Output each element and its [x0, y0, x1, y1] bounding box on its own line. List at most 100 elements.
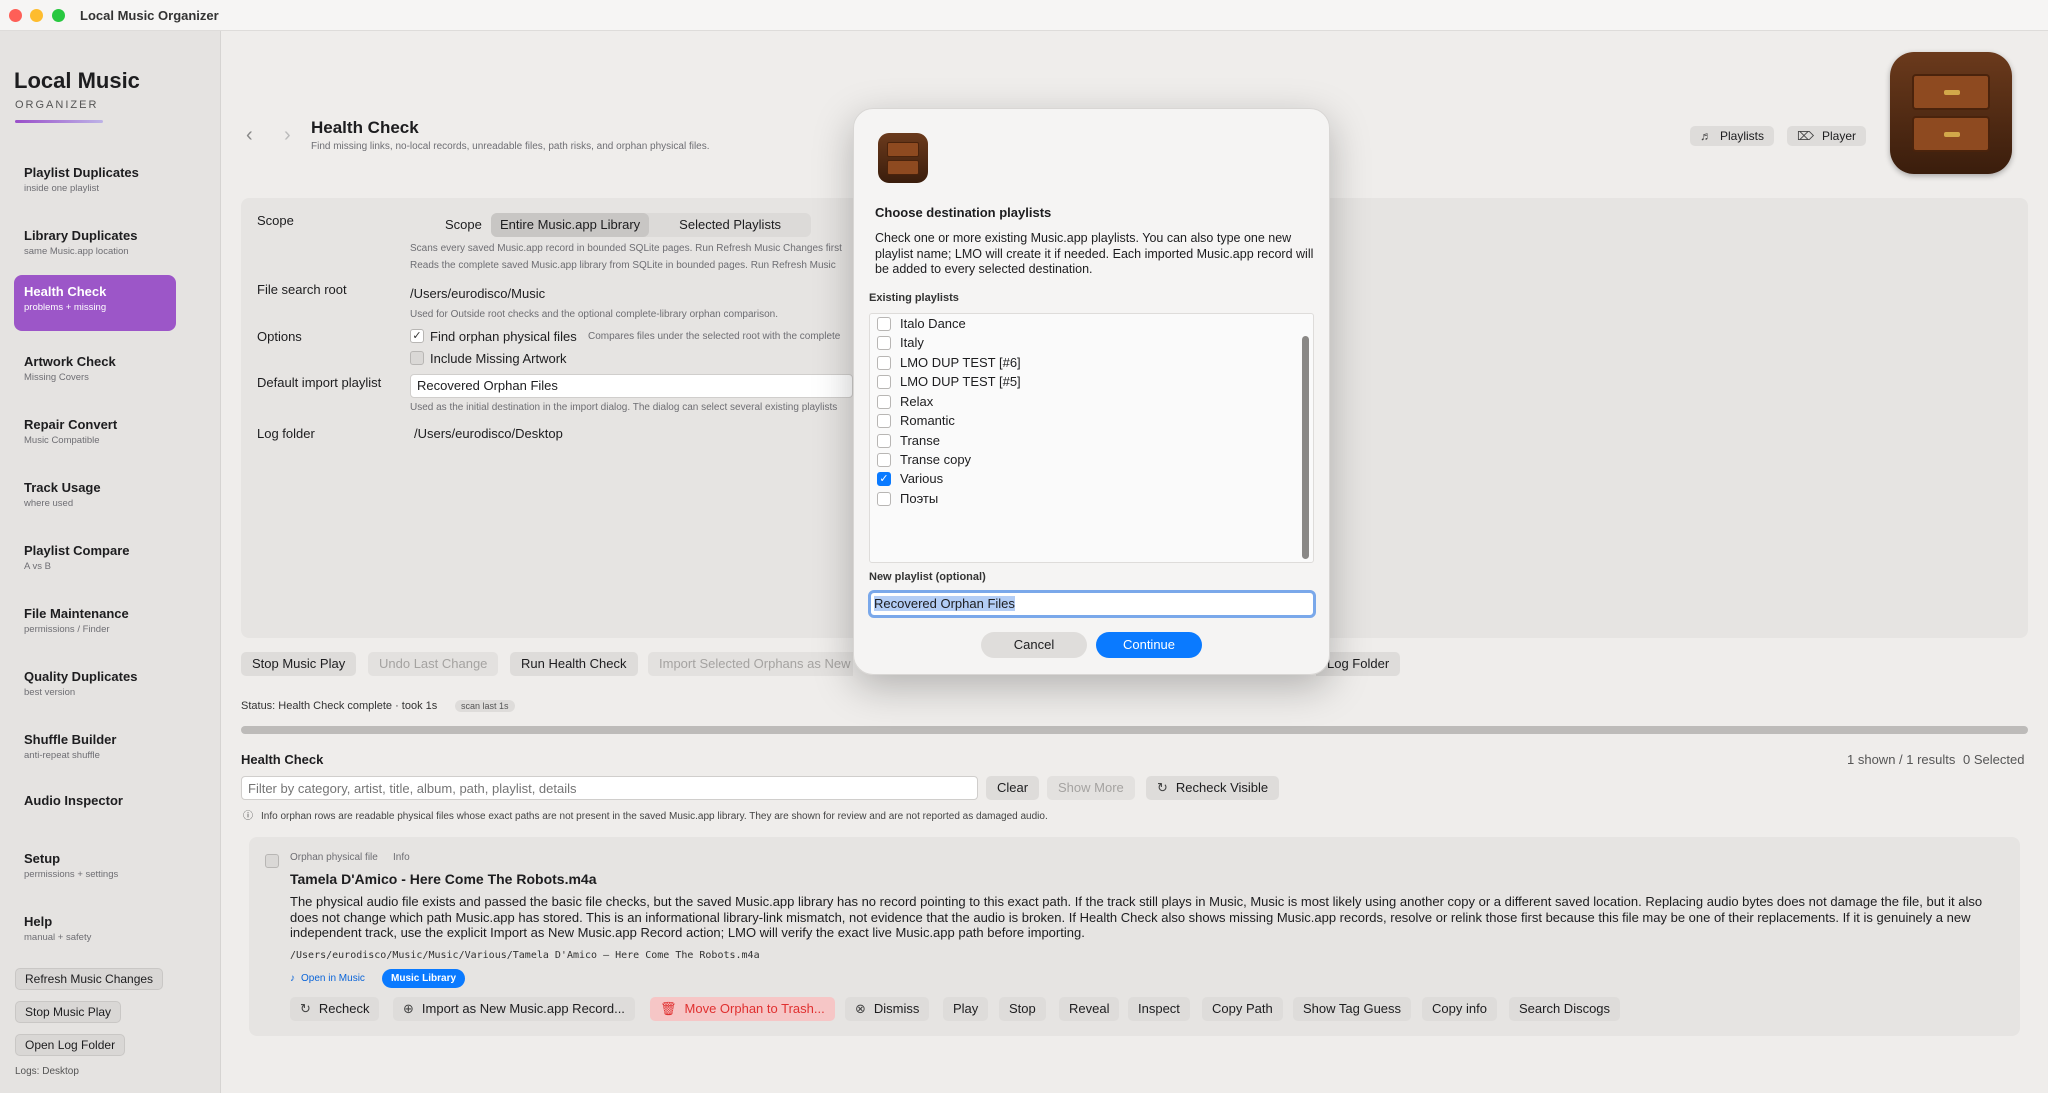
playlist-option-relax[interactable]: Relax — [877, 393, 933, 411]
playlist-checkbox[interactable] — [877, 355, 891, 370]
forward-arrow-icon[interactable]: › — [284, 124, 291, 147]
playlist-option-italy[interactable]: Italy — [877, 334, 924, 352]
playlist-option-various[interactable]: ✓ Various — [877, 470, 943, 488]
orphan-info-note: ⓘ Info orphan rows are readable physical … — [243, 807, 1048, 822]
refresh-icon: ↻ — [1157, 780, 1168, 795]
copy-info-button[interactable]: Copy info — [1422, 997, 1497, 1021]
zoom-window-button[interactable] — [52, 9, 65, 22]
playlist-name: Поэты — [900, 491, 939, 506]
cancel-button[interactable]: Cancel — [981, 632, 1087, 658]
stop-music-play-button[interactable]: Stop Music Play — [241, 652, 357, 676]
new-playlist-input[interactable]: Recovered Orphan Files — [868, 590, 1316, 618]
sidebar-stop-music-play-button[interactable]: Stop Music Play — [15, 1001, 122, 1023]
playlist-option-transe[interactable]: Transe — [877, 432, 940, 450]
playlist-checkbox[interactable] — [877, 491, 891, 506]
playlist-checkbox[interactable] — [877, 452, 891, 467]
run-health-check-button[interactable]: Run Health Check — [510, 652, 638, 676]
playlist-option-italo-dance[interactable]: Italo Dance — [877, 315, 966, 333]
playlists-button[interactable]: ♬ Playlists — [1690, 126, 1775, 146]
sidebar-item-help[interactable]: Help manual + safety — [14, 905, 176, 961]
file-search-root-value[interactable]: /Users/eurodisco/Music — [410, 286, 545, 301]
sidebar-item-playlist-compare[interactable]: Playlist Compare A vs B — [14, 534, 176, 590]
scope-option-selected-playlists[interactable]: Selected Playlists — [649, 213, 811, 237]
playlist-option-lmo-dup-test-5[interactable]: LMO DUP TEST [#5] — [877, 373, 1021, 391]
log-folder-label: Log folder — [257, 426, 315, 441]
existing-playlists-label: Existing playlists — [869, 292, 959, 304]
playlist-checkbox[interactable] — [877, 413, 891, 428]
stop-button[interactable]: Stop — [999, 997, 1046, 1021]
dismiss-button[interactable]: ⊗ Dismiss — [845, 997, 930, 1021]
playlist-checkbox[interactable] — [877, 394, 891, 409]
move-orphan-to-trash-button[interactable]: 🗑 Move Orphan to Trash... — [650, 997, 835, 1021]
sidebar-item-playlist-duplicates[interactable]: Playlist Duplicates inside one playlist — [14, 156, 176, 212]
playlist-checkbox[interactable] — [877, 433, 891, 448]
sidebar-item-title: Artwork Check — [24, 354, 116, 369]
sidebar-item-audio-inspector[interactable]: Audio Inspector — [14, 784, 176, 840]
sidebar-item-quality-duplicates[interactable]: Quality Duplicates best version — [14, 660, 176, 716]
result-select-checkbox[interactable] — [265, 854, 279, 868]
playlist-checkbox[interactable] — [877, 335, 891, 350]
sidebar-item-subtitle: Music Compatible — [24, 435, 100, 446]
log-folder-value[interactable]: /Users/eurodisco/Desktop — [414, 426, 563, 441]
open-log-folder-button[interactable]: Open Log Folder — [15, 1034, 126, 1056]
reveal-button[interactable]: Reveal — [1059, 997, 1120, 1021]
import-selected-orphans-button[interactable]: Import Selected Orphans as New — [648, 652, 853, 676]
playlist-option-romantic[interactable]: Romantic — [877, 412, 955, 430]
back-arrow-icon[interactable]: ‹ — [246, 124, 253, 147]
playlist-checkbox-checked[interactable]: ✓ — [877, 471, 891, 486]
sidebar-item-setup[interactable]: Setup permissions + settings — [14, 842, 176, 898]
show-tag-guess-button[interactable]: Show Tag Guess — [1293, 997, 1412, 1021]
results-filter-input[interactable] — [241, 776, 978, 800]
sidebar-item-title: Help — [24, 914, 53, 929]
import-as-new-record-button[interactable]: ⊕ Import as New Music.app Record... — [393, 997, 635, 1021]
sidebar-item-title: Audio Inspector — [24, 793, 123, 808]
playlist-option-lmo-dup-test-6[interactable]: LMO DUP TEST [#6] — [877, 354, 1021, 372]
file-search-root-label: File search root — [257, 282, 347, 297]
page-subtitle: Find missing links, no-local records, un… — [311, 141, 710, 152]
sidebar-item-file-maintenance[interactable]: File Maintenance permissions / Finder — [14, 597, 176, 653]
sidebar-item-repair-convert[interactable]: Repair Convert Music Compatible — [14, 408, 176, 464]
recheck-visible-button[interactable]: ↻ Recheck Visible — [1146, 776, 1280, 800]
sidebar-item-health-check[interactable]: Health Check problems + missing — [14, 275, 176, 331]
music-note-icon: ♪ — [290, 973, 295, 984]
include-missing-artwork-checkbox[interactable] — [410, 351, 424, 365]
close-window-button[interactable] — [9, 9, 22, 22]
scan-time-badge: scan last 1s — [455, 700, 515, 712]
playlist-option-poets[interactable]: Поэты — [877, 490, 938, 508]
window-title: Local Music Organizer — [80, 8, 219, 23]
sidebar-item-track-usage[interactable]: Track Usage where used — [14, 471, 176, 527]
playlist-list-scrollbar[interactable] — [1302, 336, 1309, 559]
player-button[interactable]: ⌦ Player — [1787, 126, 1866, 146]
recheck-button[interactable]: ↻ Recheck — [290, 997, 380, 1021]
sidebar-item-library-duplicates[interactable]: Library Duplicates same Music.app locatio… — [14, 219, 176, 275]
inspect-button[interactable]: Inspect — [1128, 997, 1190, 1021]
recheck-visible-label: Recheck Visible — [1175, 780, 1269, 795]
sidebar-item-subtitle: same Music.app location — [24, 246, 129, 257]
default-import-playlist-input[interactable]: Recovered Orphan Files — [410, 374, 853, 398]
continue-button[interactable]: Continue — [1096, 632, 1202, 658]
play-button[interactable]: Play — [943, 997, 989, 1021]
sidebar-item-subtitle: anti-repeat shuffle — [24, 750, 100, 761]
undo-last-change-button[interactable]: Undo Last Change — [368, 652, 499, 676]
playlist-checkbox[interactable] — [877, 316, 891, 331]
sidebar-item-title: Health Check — [24, 284, 107, 299]
sidebar-item-artwork-check[interactable]: Artwork Check Missing Covers — [14, 345, 176, 401]
sidebar-item-shuffle-builder[interactable]: Shuffle Builder anti-repeat shuffle — [14, 723, 176, 779]
clear-filter-button[interactable]: Clear — [986, 776, 1040, 800]
default-import-playlist-label: Default import playlist — [257, 375, 382, 390]
show-more-button[interactable]: Show More — [1047, 776, 1135, 800]
playlist-name: Relax — [900, 394, 934, 409]
search-discogs-button[interactable]: Search Discogs — [1509, 997, 1621, 1021]
find-orphan-checkbox[interactable]: ✓ — [410, 329, 424, 343]
sidebar-item-title: File Maintenance — [24, 606, 129, 621]
copy-path-button[interactable]: Copy Path — [1202, 997, 1283, 1021]
refresh-music-changes-button[interactable]: Refresh Music Changes — [15, 968, 164, 990]
playlist-checkbox[interactable] — [877, 374, 891, 389]
minimize-window-button[interactable] — [30, 9, 43, 22]
result-severity: Info — [393, 852, 410, 863]
playlist-option-transe-copy[interactable]: Transe copy — [877, 451, 971, 469]
scope-inline-label: Scope — [445, 217, 482, 232]
open-in-music-link[interactable]: ♪ Open in Music — [290, 973, 365, 984]
music-library-pill[interactable]: Music Library — [382, 969, 466, 988]
scope-option-entire-library[interactable]: Entire Music.app Library — [491, 213, 650, 237]
